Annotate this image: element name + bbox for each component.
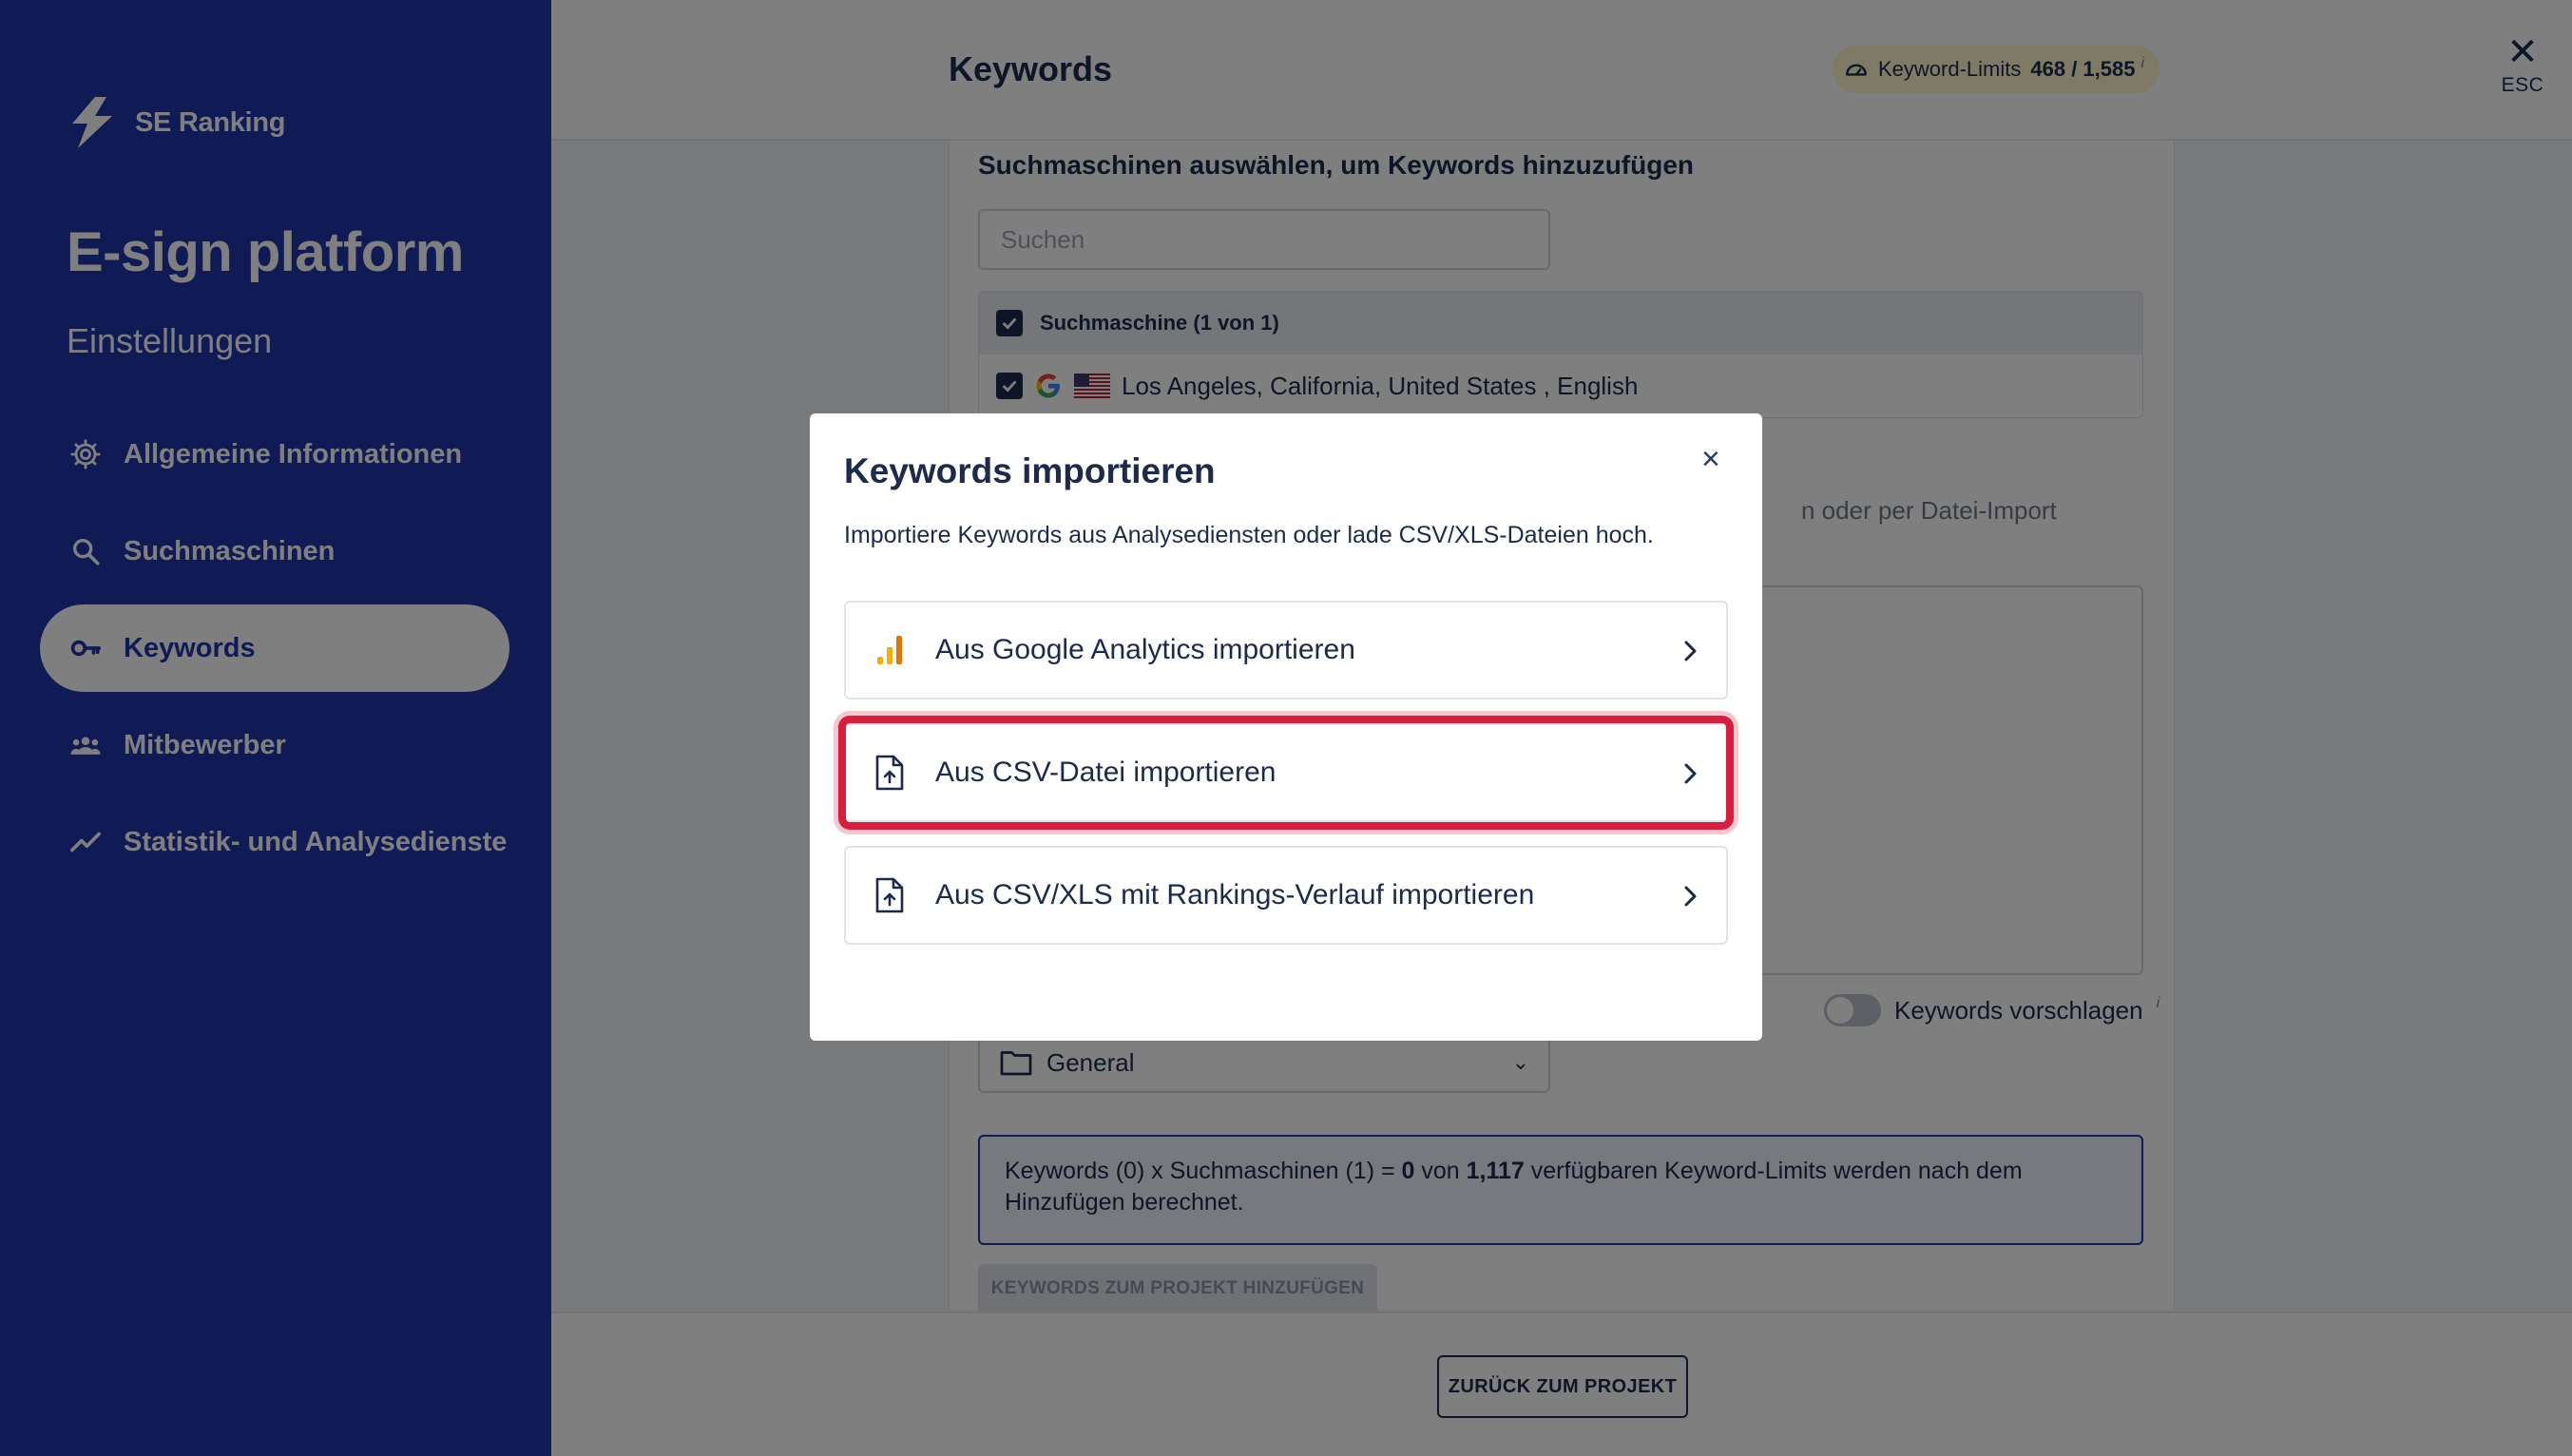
analytics-icon — [869, 629, 911, 671]
selection-highlight — [838, 716, 1734, 830]
file-upload-icon — [869, 874, 911, 916]
modal-description: Importiere Keywords aus Analysediensten … — [844, 522, 1654, 548]
import-google-analytics-option[interactable]: Aus Google Analytics importieren — [844, 601, 1728, 699]
option-label: Aus Google Analytics importieren — [935, 634, 1355, 665]
chevron-right-icon — [1684, 641, 1697, 661]
option-label: Aus CSV/XLS mit Rankings-Verlauf importi… — [935, 879, 1535, 910]
modal-title: Keywords importieren — [844, 451, 1216, 490]
modal-close-icon[interactable]: × — [1701, 442, 1720, 476]
import-csv-xls-history-option[interactable]: Aus CSV/XLS mit Rankings-Verlauf importi… — [844, 846, 1728, 945]
chevron-right-icon — [1684, 886, 1697, 907]
import-keywords-modal: Keywords importieren × Importiere Keywor… — [810, 413, 1762, 1041]
